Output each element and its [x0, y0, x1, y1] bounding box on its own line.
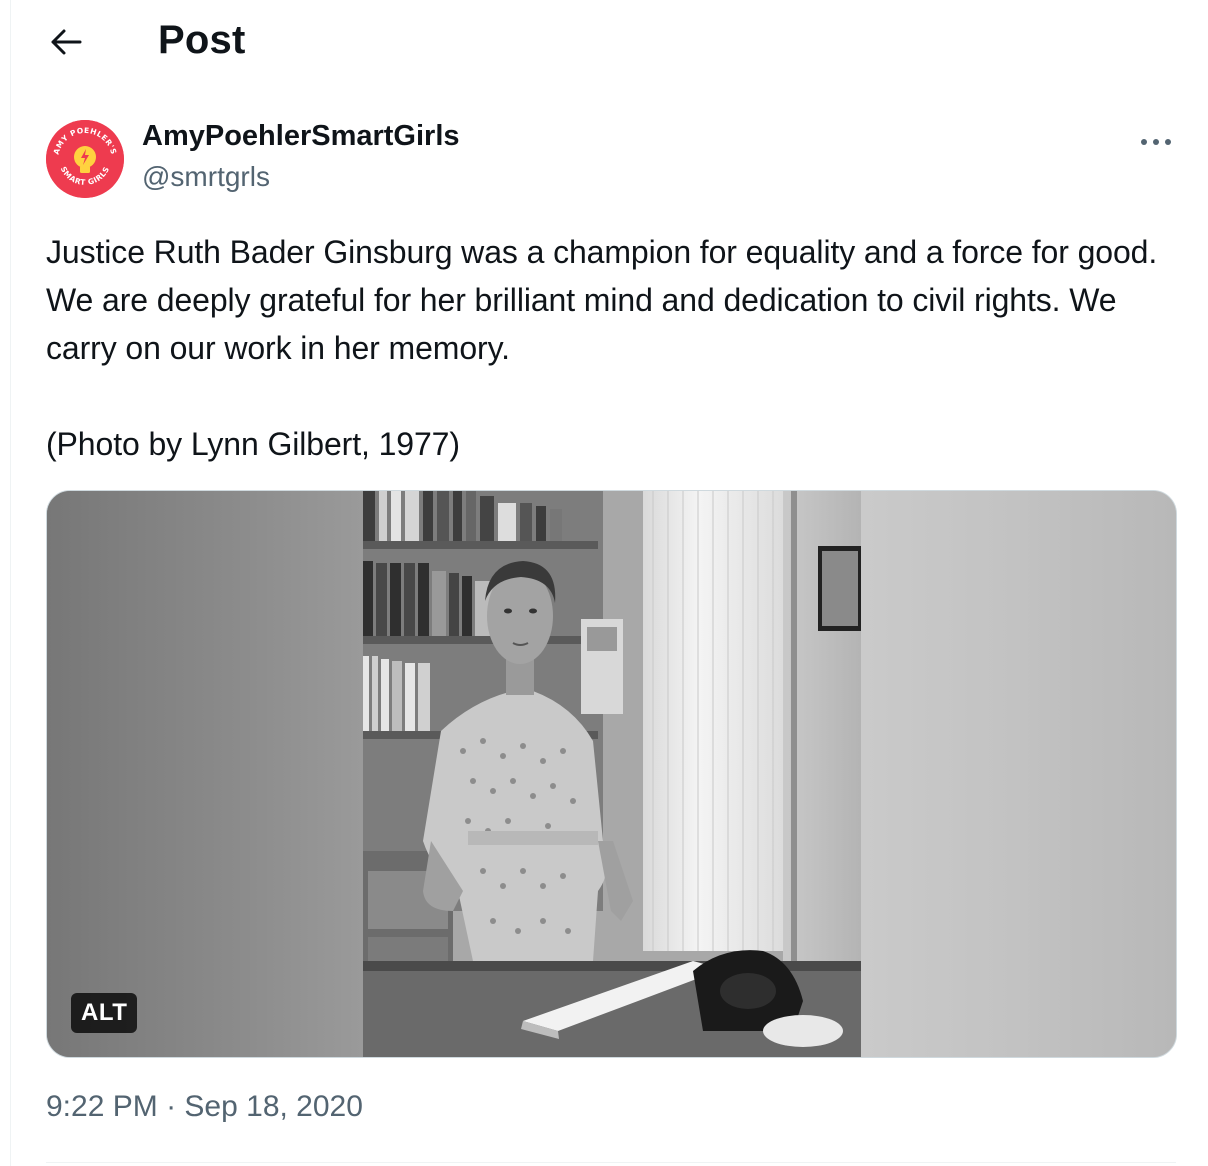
tweet-text: Justice Ruth Bader Ginsburg was a champi… [46, 228, 1176, 468]
smart-girls-logo-icon: AMY POEHLER'S SMART GIRLS [46, 120, 124, 198]
tweet-photo-credit: (Photo by Lynn Gilbert, 1977) [46, 426, 460, 462]
media-blur-left [47, 491, 363, 1057]
tweet-text-paragraph: Justice Ruth Bader Ginsburg was a champi… [46, 234, 1158, 366]
author-row: AMY POEHLER'S SMART GIRLS AmyPoehlerSmar… [46, 120, 1176, 200]
author-display-name[interactable]: AmyPoehlerSmartGirls [142, 120, 460, 153]
paragraph-spacer [46, 372, 1176, 420]
tweet-photo[interactable] [363, 491, 861, 1057]
media-blur-right [860, 491, 1176, 1057]
tweet-time[interactable]: 9:22 PM [46, 1090, 158, 1123]
tweet-date[interactable]: Sep 18, 2020 [184, 1090, 363, 1123]
photo-illustration [363, 491, 861, 1057]
more-horizontal-icon [1141, 139, 1171, 145]
tweet-timestamp: 9:22 PM · Sep 18, 2020 [46, 1090, 363, 1124]
avatar[interactable]: AMY POEHLER'S SMART GIRLS [46, 120, 124, 198]
tweet-media[interactable]: ALT [46, 490, 1177, 1058]
left-border [10, 0, 11, 1166]
divider [46, 1162, 1176, 1163]
arrow-left-icon [51, 29, 82, 55]
header: Post [0, 0, 1208, 84]
author-handle[interactable]: @smrtgrls [142, 161, 270, 193]
timestamp-separator: · [166, 1090, 177, 1123]
page-title: Post [158, 18, 246, 62]
back-button[interactable] [38, 20, 94, 64]
alt-text-badge[interactable]: ALT [71, 993, 138, 1033]
more-options-button[interactable] [1136, 124, 1176, 160]
